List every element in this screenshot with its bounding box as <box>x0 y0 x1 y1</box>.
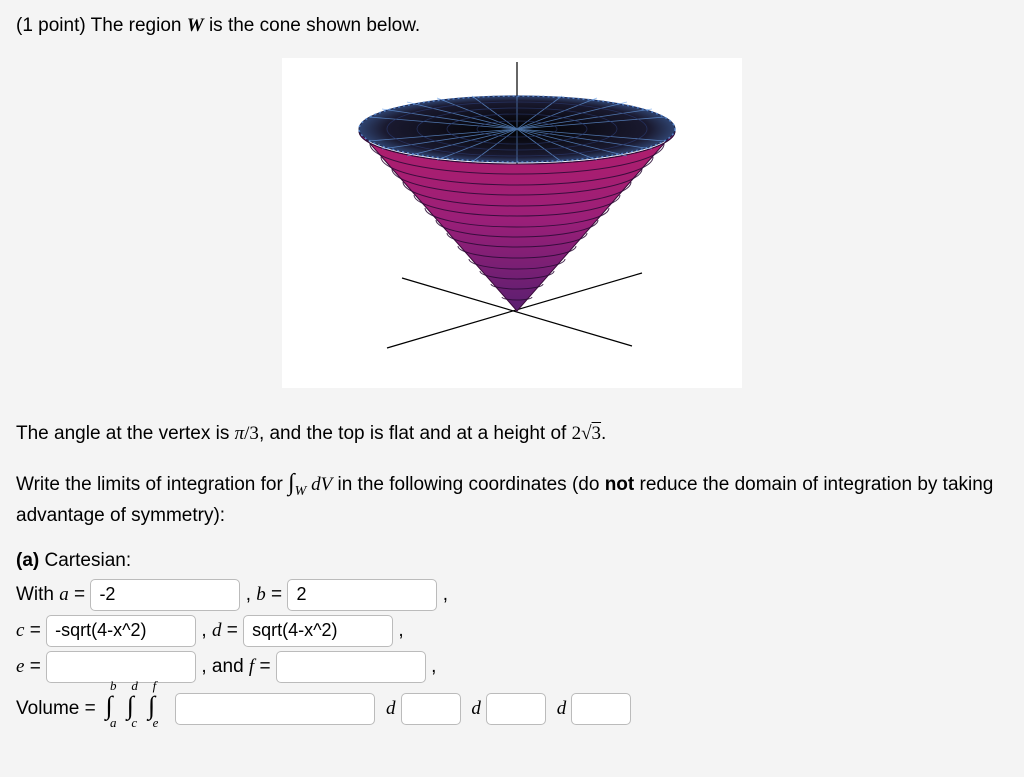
row-cd: c = , d = , <box>16 615 1008 647</box>
row-ef: e = , and f = , <box>16 651 1008 683</box>
points: (1 point) <box>16 15 91 36</box>
cone-svg <box>282 58 742 388</box>
integral-2: d∫c <box>122 687 138 725</box>
cone-figure <box>282 58 742 388</box>
input-a[interactable] <box>90 579 240 611</box>
input-integrand[interactable] <box>175 693 375 725</box>
row-ab: With a = , b = , <box>16 579 1008 611</box>
input-e[interactable] <box>46 651 196 683</box>
input-dvar1[interactable] <box>401 693 461 725</box>
region-variable: W <box>187 15 204 36</box>
integral-1: b∫a <box>101 687 117 725</box>
part-a-label: (a) Cartesian: <box>16 547 1008 575</box>
cone-figure-container <box>16 58 1008 397</box>
input-dvar2[interactable] <box>486 693 546 725</box>
input-c[interactable] <box>46 615 196 647</box>
row-volume: Volume = b∫a d∫c f∫e d d d <box>16 687 1008 725</box>
vertex-description: The angle at the vertex is π/3, and the … <box>16 420 1008 448</box>
input-b[interactable] <box>287 579 437 611</box>
integral-3: f∫e <box>144 687 160 725</box>
problem-intro: (1 point) The region W is the cone shown… <box>16 12 1008 40</box>
input-f[interactable] <box>276 651 426 683</box>
instructions: Write the limits of integration for ∫W d… <box>16 466 1008 530</box>
input-dvar3[interactable] <box>571 693 631 725</box>
input-d[interactable] <box>243 615 393 647</box>
